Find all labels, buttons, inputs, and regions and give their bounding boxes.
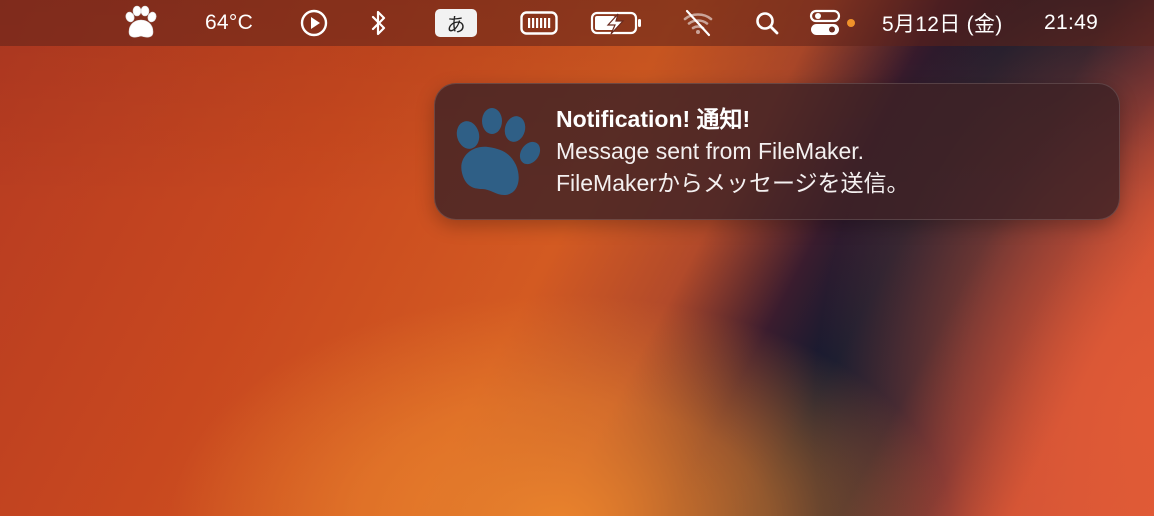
notification-app-icon (452, 105, 544, 197)
input-method-label: あ (435, 9, 477, 37)
desktop: 64°C あ 5月12日 (金) 21:49 Notification! 通知!… (0, 0, 1154, 516)
notification-banner[interactable]: Notification! 通知! Message sent from File… (434, 83, 1120, 220)
battery-meter-icon (520, 11, 558, 35)
search-icon (756, 12, 779, 35)
paw-icon (456, 108, 541, 195)
menu-bar-time[interactable]: 21:49 (1044, 0, 1120, 46)
menu-bar: 64°C あ 5月12日 (金) 21:49 (0, 0, 1154, 46)
menu-bar-date[interactable]: 5月12日 (金) (882, 0, 1032, 46)
battery-menu-item[interactable] (590, 0, 644, 46)
notification-content: Notification! 通知! Message sent from File… (556, 103, 1096, 199)
battery-charging-icon (590, 11, 641, 35)
status-dot (845, 0, 857, 46)
control-center-icon (809, 9, 841, 35)
play-menu-item[interactable] (296, 0, 332, 46)
battery-meter-menu-item[interactable] (518, 0, 560, 46)
notification-message-japanese: FileMakerからメッセージを送信。 (556, 170, 910, 196)
input-method-menu[interactable]: あ (432, 0, 480, 46)
spotlight-search-button[interactable] (752, 0, 782, 46)
play-circle-icon (300, 9, 328, 37)
temperature-readout[interactable]: 64°C (196, 0, 262, 46)
control-center-button[interactable] (808, 0, 842, 46)
bluetooth-menu-item[interactable] (364, 0, 394, 46)
wifi-menu-item[interactable] (678, 0, 718, 46)
notification-title: Notification! 通知! (556, 106, 751, 132)
orange-status-dot (847, 19, 855, 27)
bluetooth-icon (371, 10, 386, 36)
paw-menu-icon[interactable] (118, 0, 162, 46)
wifi-off-icon (683, 9, 713, 37)
paw-icon (125, 5, 157, 38)
wallpaper (0, 0, 1154, 516)
notification-message-english: Message sent from FileMaker. (556, 138, 865, 164)
